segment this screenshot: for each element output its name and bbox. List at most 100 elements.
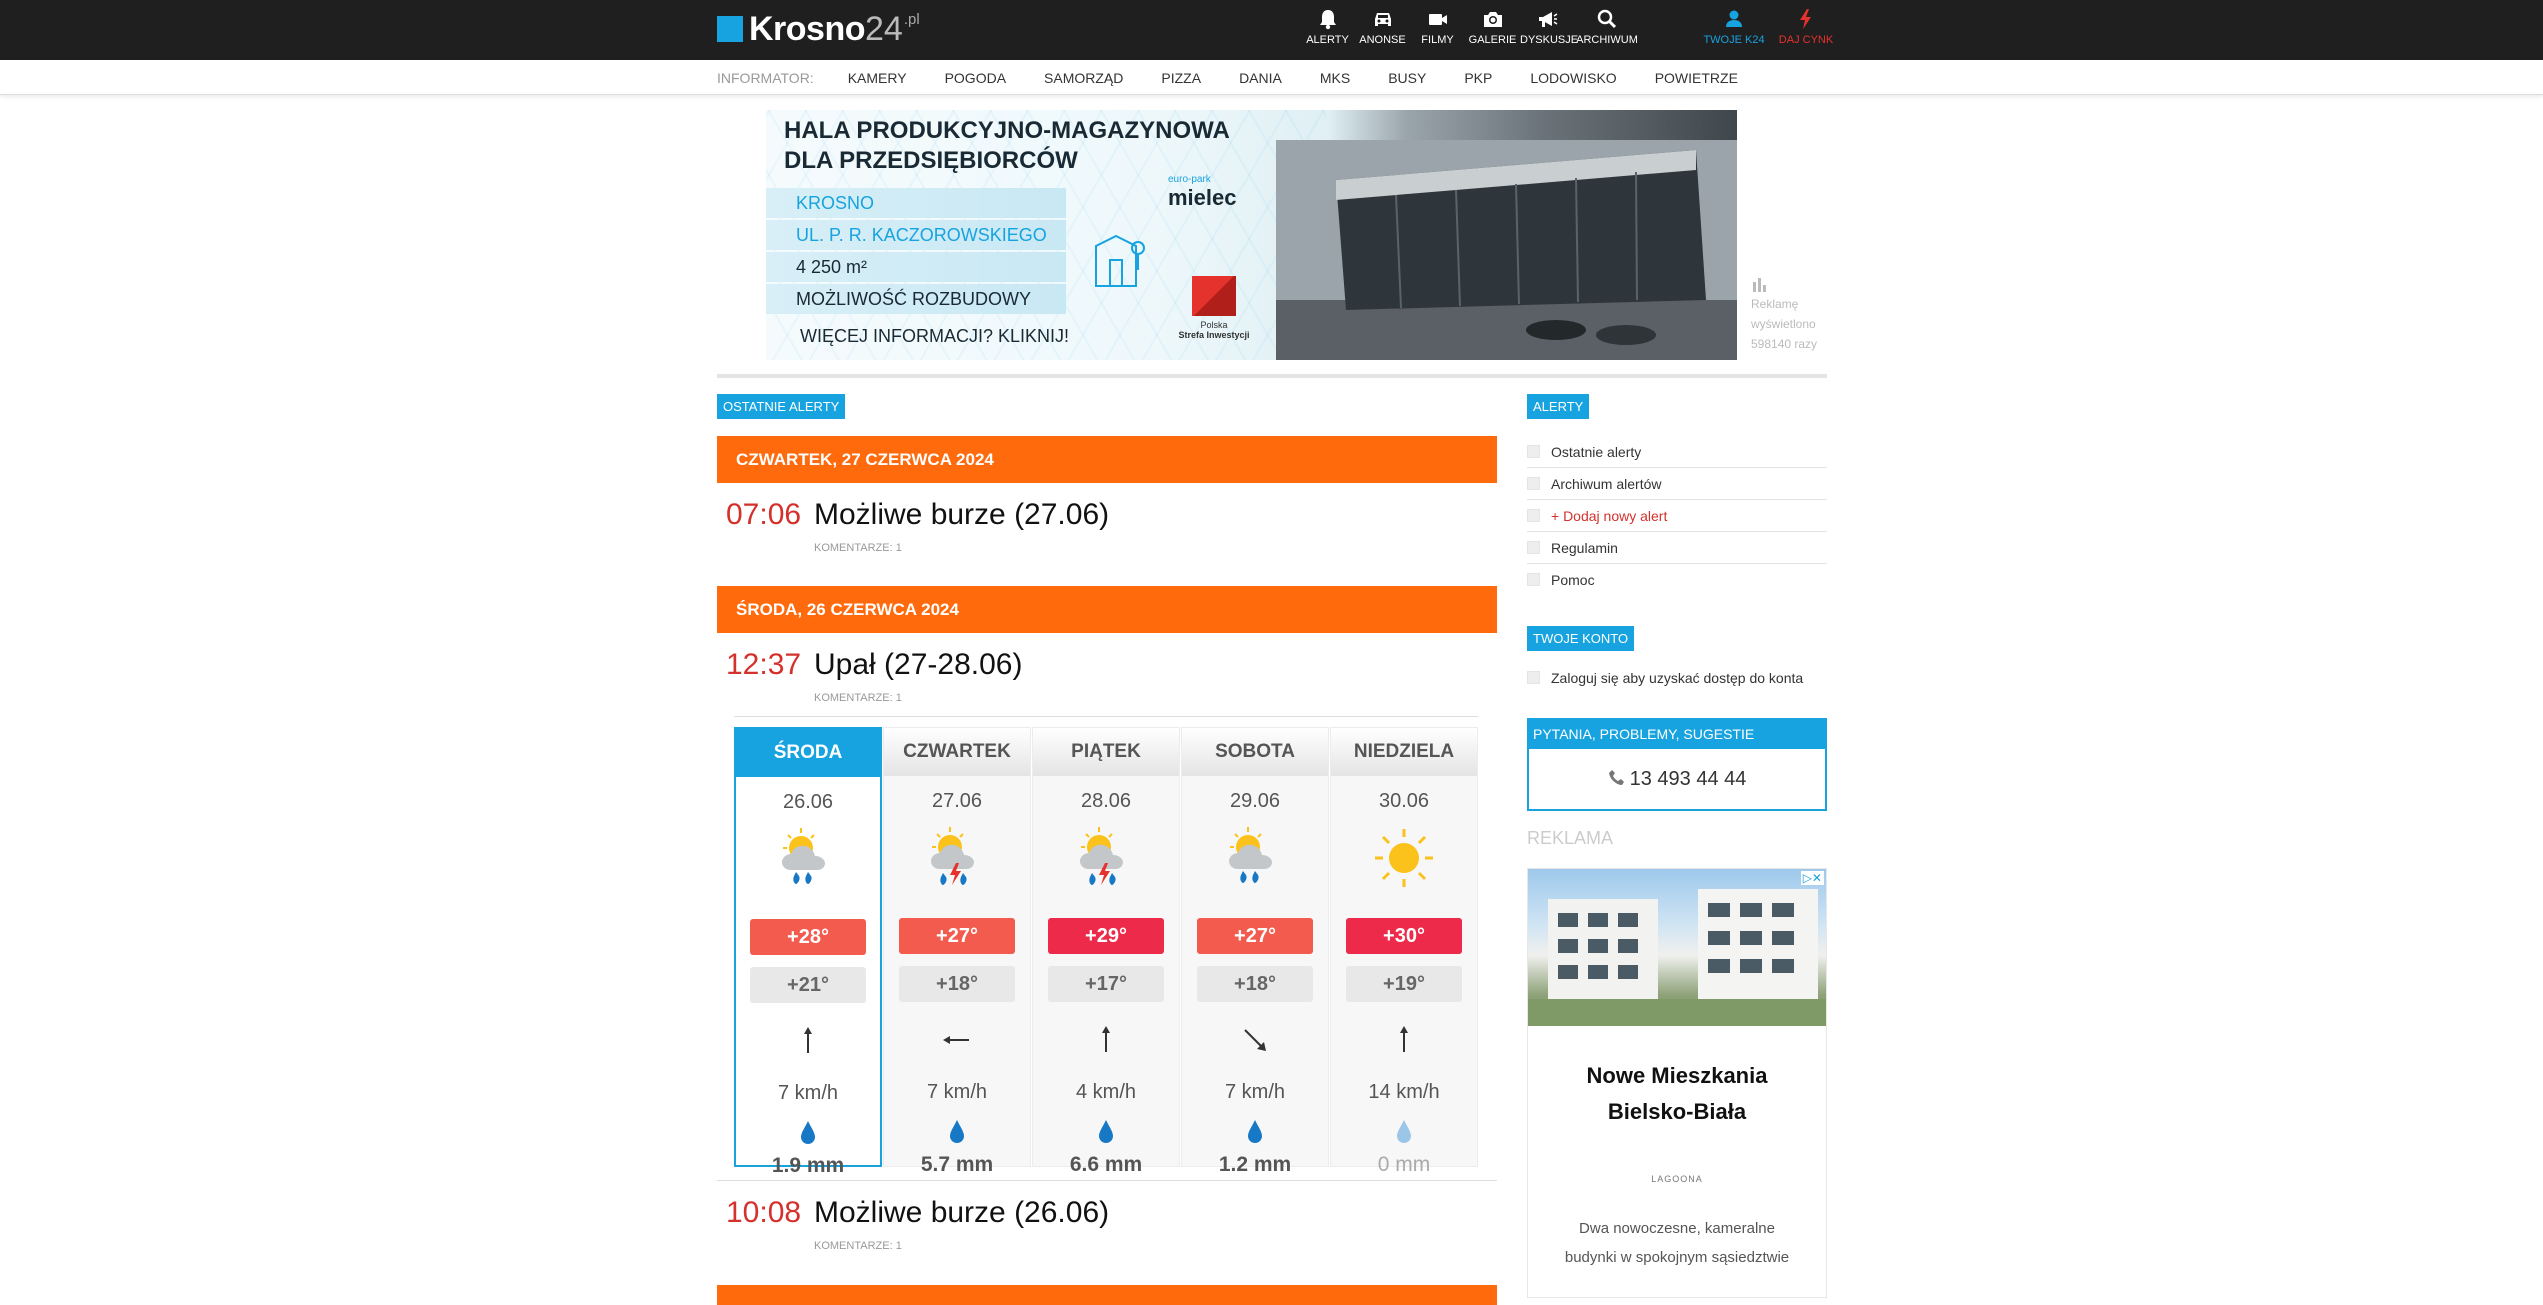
- adchoices-icon[interactable]: ▷✕: [1800, 871, 1824, 885]
- contact-phone-number: 13 493 44 44: [1629, 768, 1747, 790]
- day-header-wednesday: ŚRODA, 26 CZERWCA 2024: [717, 586, 1497, 633]
- nav-archiwum-label: ARCHIWUM: [1576, 34, 1638, 46]
- building-image: [1276, 140, 1737, 360]
- rain-drop-icon: [801, 1121, 815, 1144]
- alert-comments[interactable]: KOMENTARZE: 1: [814, 692, 902, 704]
- informator-pogoda[interactable]: POGODA: [945, 70, 1006, 86]
- weather-forecast: ŚRODA 26.06 +28° +21° 7 km/h 1.9 mm CZWA…: [734, 716, 1478, 1177]
- nav-dyskusje-label: DYSKUSJE: [1520, 34, 1579, 46]
- forecast-wind-speed: 7 km/h: [777, 1082, 839, 1104]
- nav-galerie[interactable]: GALERIE: [1465, 8, 1520, 46]
- ad-label: REKLAMA: [1527, 828, 1614, 848]
- nav-filmy[interactable]: FILMY: [1410, 8, 1465, 46]
- sidebar-ad-desc-line1: Dwa nowoczesne, kameralne: [1579, 1220, 1775, 1237]
- forecast-temp-min: +17°: [1048, 966, 1164, 1002]
- alert-time: 10:08: [726, 1196, 802, 1229]
- wind-arrow-north-icon: [804, 1027, 812, 1053]
- alerts-main: OSTATNIE ALERTY CZWARTEK, 27 CZERWCA 202…: [717, 394, 1497, 1305]
- nav-archiwum[interactable]: ARCHIWUM: [1575, 8, 1639, 46]
- forecast-day[interactable]: CZWARTEK 27.06 +27° +18° 7 km/h 5.7 mm: [883, 727, 1031, 1176]
- forecast-day-name: CZWARTEK: [884, 728, 1030, 776]
- banner-line-city: KROSNO: [766, 188, 1066, 218]
- sidebar-account-links: Zaloguj się aby uzyskać dostęp do konta: [1527, 662, 1827, 694]
- forecast-day[interactable]: SOBOTA 29.06 +27° +18° 7 km/h 1.2 mm: [1181, 727, 1329, 1176]
- forecast-day[interactable]: ŚRODA 26.06 +28° +21° 7 km/h 1.9 mm: [734, 727, 882, 1177]
- informator-kamery[interactable]: KAMERY: [848, 70, 907, 86]
- forecast-date: 27.06: [931, 790, 983, 812]
- strefa-line1: Polska: [1200, 320, 1228, 330]
- sidebar-link-alert-archive[interactable]: Archiwum alertów: [1527, 468, 1827, 500]
- sidebar-ad[interactable]: ▷✕ Nowe Mieszkania Bielsko-Biała LAGOONA…: [1527, 868, 1827, 1298]
- informator-pizza[interactable]: PIZZA: [1161, 70, 1201, 86]
- site-logo[interactable]: Krosno 24 .pl: [717, 11, 920, 47]
- forecast-temp-min: +21°: [750, 967, 866, 1003]
- nav-alerty-label: ALERTY: [1306, 34, 1349, 46]
- sidebar-tag-alerts: ALERTY: [1527, 394, 1590, 419]
- sidebar-tag-account: TWOJE KONTO: [1527, 626, 1635, 651]
- informator-busy[interactable]: BUSY: [1388, 70, 1426, 86]
- wind-arrow-north-icon: [1400, 1026, 1408, 1052]
- alert-item[interactable]: 12:37 Upał (27-28.06) KOMENTARZE: 1: [726, 648, 1486, 704]
- forecast-wind-speed: 7 km/h: [926, 1081, 988, 1103]
- sidebar-link-latest-alerts[interactable]: Ostatnie alerty: [1527, 436, 1827, 468]
- informator-powietrze[interactable]: POWIETRZE: [1655, 70, 1738, 86]
- informator-dania[interactable]: DANIA: [1239, 70, 1282, 86]
- forecast-temp-max: +27°: [899, 918, 1015, 954]
- nav-dyskusje[interactable]: DYSKUSJE: [1520, 8, 1579, 46]
- banner-line-area: 4 250 m²: [766, 252, 1066, 282]
- forecast-day-name: PIĄTEK: [1033, 728, 1179, 776]
- informator-nav: INFORMATOR: KAMERY POGODA SAMORZĄD PIZZA…: [0, 60, 2543, 95]
- informator-mks[interactable]: MKS: [1320, 70, 1350, 86]
- day-header-next: [717, 1285, 1497, 1305]
- logo-number: 24: [865, 10, 903, 48]
- forecast-day[interactable]: NIEDZIELA 30.06 +30° +19° 14 km/h 0 mm: [1330, 727, 1478, 1176]
- sidebar-link-help[interactable]: Pomoc: [1527, 564, 1827, 596]
- euro-park-small: euro-park: [1168, 174, 1211, 185]
- sidebar-link-terms[interactable]: Regulamin: [1527, 532, 1827, 564]
- forecast-wind-speed: 4 km/h: [1075, 1081, 1137, 1103]
- nav-alerty[interactable]: ALERTY: [1300, 8, 1355, 46]
- forecast-wind-speed: 14 km/h: [1368, 1081, 1440, 1103]
- strefa-line2: Strefa Inwestycji: [1178, 330, 1250, 340]
- rain-drop-icon: [1248, 1120, 1262, 1143]
- alert-comments[interactable]: KOMENTARZE: 1: [814, 542, 902, 554]
- alert-title[interactable]: Możliwe burze (27.06): [814, 498, 1109, 531]
- alert-item[interactable]: 10:08 Możliwe burze (26.06) KOMENTARZE: 1: [726, 1196, 1486, 1252]
- informator-pkp[interactable]: PKP: [1464, 70, 1492, 86]
- bell-icon: [1319, 10, 1336, 30]
- contact-phone[interactable]: 13 493 44 44: [1529, 749, 1825, 809]
- sidebar-link-login[interactable]: Zaloguj się aby uzyskać dostęp do konta: [1527, 662, 1827, 694]
- ad-view-counter: Reklamę wyświetlono 598140 razy: [1751, 276, 1831, 354]
- section-tag-last-alerts: OSTATNIE ALERTY: [717, 394, 846, 419]
- nav-anonse[interactable]: ANONSE: [1355, 8, 1410, 46]
- sidebar-link-label: Zaloguj się aby uzyskać dostęp do konta: [1551, 670, 1804, 686]
- nav-twoje-k24[interactable]: TWOJE K24: [1702, 8, 1766, 46]
- sun-icon: [1375, 829, 1433, 887]
- sidebar-ad-title-line2: Bielsko-Biała: [1607, 1099, 1747, 1124]
- video-camera-icon: [1428, 14, 1447, 25]
- forecast-rain: 1.2 mm: [1218, 1153, 1292, 1176]
- banner-line-expansion: MOŻLIWOŚĆ ROZBUDOWY: [766, 284, 1066, 314]
- forecast-day-name: SOBOTA: [1182, 728, 1328, 776]
- bullet-icon: [1527, 509, 1540, 522]
- sidebar-ad-title-line1: Nowe Mieszkania: [1586, 1063, 1768, 1088]
- alert-title[interactable]: Możliwe burze (26.06): [814, 1196, 1109, 1229]
- bullet-icon: [1527, 573, 1540, 586]
- sidebar-ad-description: Dwa nowoczesne, kameralne budynki w spok…: [1528, 1214, 1826, 1272]
- nav-anonse-label: ANONSE: [1359, 34, 1406, 46]
- banner-heading-line1: HALA PRODUKCYJNO-MAGAZYNOWA: [784, 117, 1230, 144]
- alert-comments[interactable]: KOMENTARZE: 1: [814, 1240, 902, 1252]
- informator-samorzad[interactable]: SAMORZĄD: [1044, 70, 1123, 86]
- forecast-day-name: NIEDZIELA: [1331, 728, 1477, 776]
- megaphone-icon: [1538, 12, 1557, 27]
- nav-daj-cynk[interactable]: DAJ CYNK: [1774, 8, 1838, 46]
- informator-lodowisko[interactable]: LODOWISKO: [1530, 70, 1616, 86]
- ad-view-line1: Reklamę: [1751, 297, 1799, 311]
- sidebar-link-add-alert[interactable]: + Dodaj nowy alert: [1527, 500, 1827, 532]
- forecast-day[interactable]: PIĄTEK 28.06 +29° +17° 4 km/h 6.6 mm: [1032, 727, 1180, 1176]
- main-nav: ALERTY ANONSE FILMY GALERIE DYSKUSJE ARC…: [1300, 8, 1639, 46]
- forecast-divider: [717, 1180, 1497, 1181]
- alert-title[interactable]: Upał (27-28.06): [814, 648, 1022, 681]
- alert-item[interactable]: 07:06 Możliwe burze (27.06) KOMENTARZE: 1: [726, 498, 1486, 554]
- banner-ad[interactable]: HALA PRODUKCYJNO-MAGAZYNOWA DLA PRZEDSIĘ…: [766, 110, 1737, 360]
